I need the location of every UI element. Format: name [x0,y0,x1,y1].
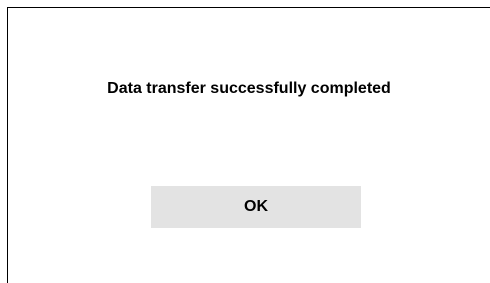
ok-button[interactable]: OK [151,186,361,228]
dialog-window: Data transfer successfully completed OK [7,7,490,283]
dialog-message: Data transfer successfully completed [107,80,391,97]
